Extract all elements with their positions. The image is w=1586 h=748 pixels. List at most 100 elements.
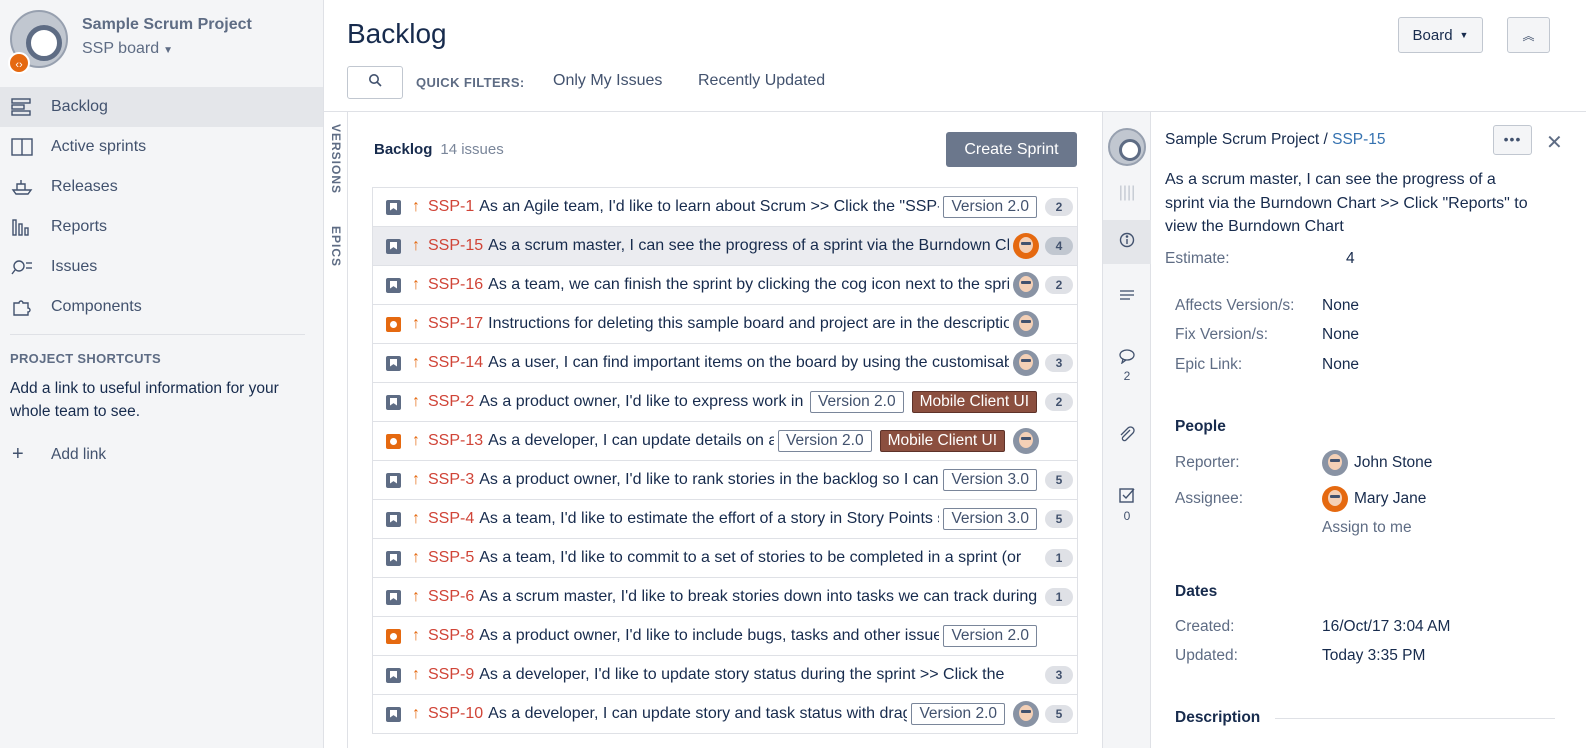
issue-key[interactable]: SSP-15	[428, 237, 483, 255]
add-link-button[interactable]: + Add link	[10, 443, 305, 466]
issue-key[interactable]: SSP-6	[428, 588, 474, 606]
priority-high-icon: ↑	[412, 315, 420, 332]
board-selector[interactable]: SSP board ▼	[82, 40, 252, 58]
backlog-title: Backlog	[374, 141, 433, 158]
sidebar-item-releases[interactable]: Releases	[0, 167, 323, 207]
create-sprint-button[interactable]: Create Sprint	[946, 132, 1077, 167]
more-actions-button[interactable]: •••	[1493, 125, 1532, 155]
issue-row[interactable]: ↑ SSP-13 As a developer, I can update deta…	[373, 422, 1077, 461]
issue-key[interactable]: SSP-2	[428, 393, 474, 411]
issue-meta: Version 3.0 5	[939, 461, 1073, 499]
issue-row[interactable]: ↑ SSP-10 As a developer, I can update stor…	[373, 695, 1077, 734]
sidebar-item-backlog[interactable]: Backlog	[0, 87, 323, 127]
issue-meta	[1009, 305, 1073, 343]
quick-filter-recently-updated[interactable]: Recently Updated	[698, 72, 825, 90]
story-type-icon	[386, 277, 401, 293]
issue-summary: As a team, we can finish the sprint by c…	[488, 276, 1024, 293]
collapse-button[interactable]: ︽	[1507, 17, 1550, 53]
shortcuts-description: Add a link to useful information for you…	[10, 380, 279, 420]
issue-row[interactable]: ↑ SSP-2 As a product owner, I'd like to ex…	[373, 383, 1077, 422]
issue-key[interactable]: SSP-9	[428, 666, 474, 684]
issue-meta: 3	[1009, 344, 1073, 382]
code-badge-icon: ‹›	[8, 52, 30, 74]
version-lozenge: Version 2.0	[810, 391, 904, 413]
issue-meta: Version 2.0 Mobile Client UI	[774, 422, 1073, 460]
breadcrumb-project[interactable]: Sample Scrum Project /	[1165, 131, 1328, 148]
issue-row[interactable]: ↑ SSP-6 As a scrum master, I'd like to bre…	[373, 578, 1077, 617]
version-lozenge: Version 3.0	[943, 508, 1037, 530]
issue-summary: As a developer, I'd like to update story…	[479, 666, 1005, 683]
story-type-icon	[386, 355, 401, 371]
sidebar-nav: Backlog Active sprints Releases Reports …	[0, 87, 323, 327]
project-header[interactable]: ‹› Sample Scrum Project SSP board ▼	[8, 10, 252, 74]
issue-key[interactable]: SSP-4	[428, 510, 474, 528]
issue-key[interactable]: SSP-13	[428, 432, 483, 450]
close-icon[interactable]: ✕	[1546, 130, 1563, 155]
issue-row[interactable]: ↑ SSP-4 As a team, I'd like to estimate th…	[373, 500, 1077, 539]
story-type-icon	[386, 199, 401, 215]
issue-row[interactable]: ↑ SSP-9 As a developer, I'd like to update…	[373, 656, 1077, 695]
subtasks-tab[interactable]: 0	[1103, 486, 1151, 523]
assign-to-me-link[interactable]: Assign to me	[1322, 519, 1412, 537]
issue-row[interactable]: ↑ SSP-5 As a team, I'd like to commit to a…	[373, 539, 1077, 578]
breadcrumb-issue-key[interactable]: SSP-15	[1332, 131, 1385, 148]
priority-high-icon: ↑	[412, 393, 420, 410]
tab-versions[interactable]: VERSIONS	[329, 124, 343, 194]
epic-link-value[interactable]: None	[1322, 356, 1359, 374]
sidebar-item-issues[interactable]: Issues	[0, 247, 323, 287]
issue-key[interactable]: SSP-16	[428, 276, 483, 294]
header-divider	[324, 111, 1586, 112]
sidebar-item-components[interactable]: Components	[0, 287, 323, 327]
issue-key[interactable]: SSP-14	[428, 354, 483, 372]
issue-row[interactable]: ↑ SSP-17 Instructions for deleting this sa…	[373, 305, 1077, 344]
shortcuts-title: PROJECT SHORTCUTS	[10, 351, 162, 366]
issue-key[interactable]: SSP-10	[428, 705, 483, 723]
story-points-badge: 1	[1045, 588, 1073, 606]
story-type-icon	[386, 394, 401, 410]
board-button[interactable]: Board ▼	[1398, 17, 1483, 53]
story-type-icon	[386, 472, 401, 488]
assignee-value[interactable]: Mary Jane	[1322, 486, 1426, 512]
issue-key[interactable]: SSP-17	[428, 315, 483, 333]
project-name[interactable]: Sample Scrum Project	[82, 16, 252, 34]
issue-row[interactable]: ↑ SSP-3 As a product owner, I'd like to ra…	[373, 461, 1077, 500]
issue-row[interactable]: ↑ SSP-1 As an Agile team, I'd like to lear…	[373, 188, 1077, 227]
priority-high-icon: ↑	[412, 276, 420, 293]
story-points-badge: 5	[1045, 510, 1073, 528]
attachments-tab[interactable]	[1103, 426, 1151, 447]
reporter-value[interactable]: John Stone	[1322, 450, 1432, 476]
details-tab[interactable]	[1103, 220, 1151, 264]
issue-row[interactable]: ↑ SSP-14 As a user, I can find important i…	[373, 344, 1077, 383]
issue-summary[interactable]: As a scrum master, I can see the progres…	[1165, 168, 1535, 239]
issue-key[interactable]: SSP-5	[428, 549, 474, 567]
issue-row[interactable]: ↑ SSP-15 As a scrum master, I can see the …	[373, 227, 1077, 266]
drag-handle-icon[interactable]: ||||	[1103, 184, 1151, 202]
search-button[interactable]	[347, 66, 403, 99]
version-lozenge: Version 2.0	[778, 430, 872, 452]
chart-icon	[10, 217, 34, 237]
sidebar-item-active-sprints[interactable]: Active sprints	[0, 127, 323, 167]
bug-type-icon	[386, 433, 401, 449]
issue-key[interactable]: SSP-8	[428, 627, 474, 645]
issue-row[interactable]: ↑ SSP-16 As a team, we can finish the spri…	[373, 266, 1077, 305]
reporter-label: Reporter:	[1175, 454, 1240, 471]
quick-filter-only-my-issues[interactable]: Only My Issues	[553, 72, 662, 90]
issue-key[interactable]: SSP-1	[428, 198, 474, 216]
description-tab[interactable]	[1103, 288, 1151, 307]
priority-high-icon: ↑	[412, 705, 420, 722]
created-label: Created:	[1175, 618, 1235, 635]
tab-epics[interactable]: EPICS	[329, 226, 343, 267]
version-lozenge: Version 2.0	[911, 703, 1005, 725]
affects-version-value[interactable]: None	[1322, 297, 1359, 315]
issue-meta: 1	[1041, 578, 1073, 616]
fix-version-label: Fix Version/s:	[1175, 326, 1269, 343]
issue-row[interactable]: ↑ SSP-8 As a product owner, I'd like to in…	[373, 617, 1077, 656]
issue-list: ↑ SSP-1 As an Agile team, I'd like to lear…	[372, 187, 1078, 734]
story-points-badge: 2	[1045, 198, 1073, 216]
sidebar-item-reports[interactable]: Reports	[0, 207, 323, 247]
story-type-icon	[386, 589, 401, 605]
comments-tab[interactable]: 2	[1103, 348, 1151, 383]
estimate-value[interactable]: 4	[1346, 250, 1355, 268]
issue-key[interactable]: SSP-3	[428, 471, 474, 489]
fix-version-value[interactable]: None	[1322, 326, 1359, 344]
